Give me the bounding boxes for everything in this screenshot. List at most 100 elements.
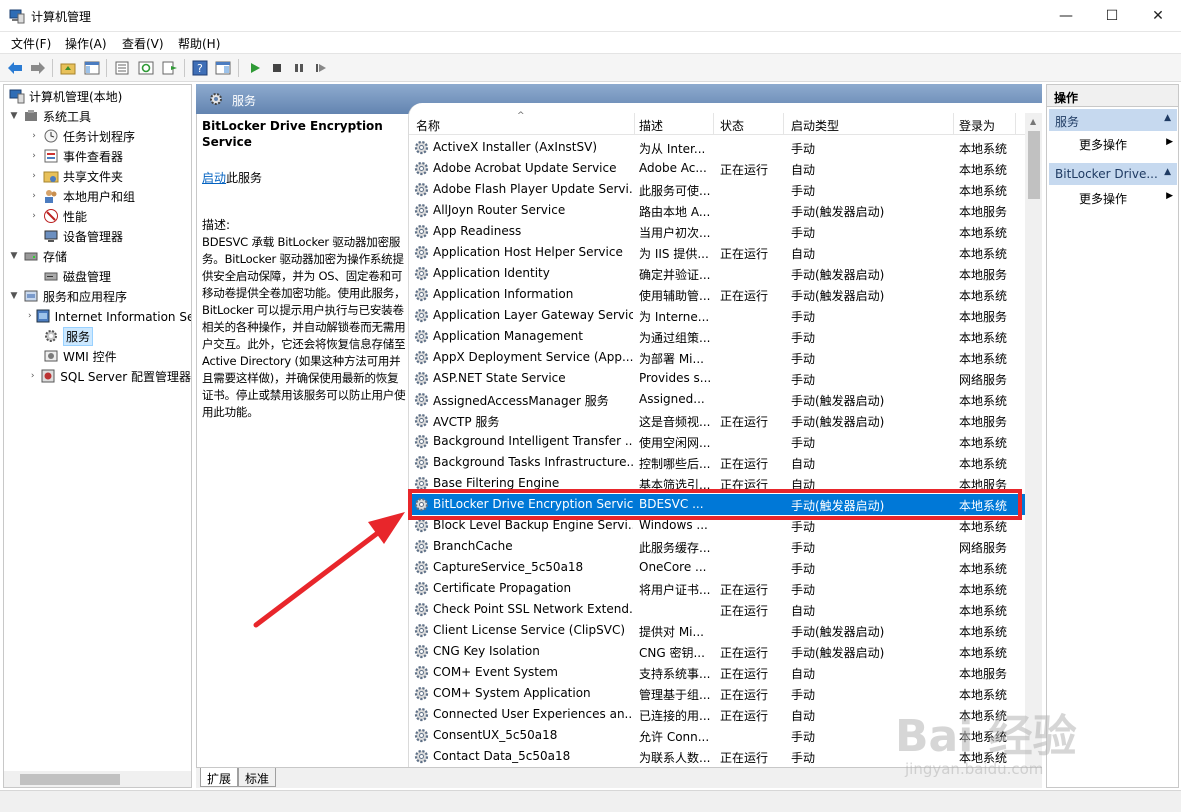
menu-file[interactable]: 文件(F) [11, 35, 51, 52]
tree-item-local-users[interactable]: › 本地用户和组 [4, 186, 191, 206]
tree-horizontal-scrollbar[interactable] [3, 771, 192, 788]
table-row[interactable]: Application Information 使用辅助管... 正在运行 手动(触发… [409, 284, 1025, 305]
service-startup-type: 手动(触发器启动) [791, 415, 885, 429]
column-divider[interactable] [634, 113, 635, 135]
tree-item-services-apps[interactable]: ▼ 服务和应用程序 [4, 286, 191, 306]
action-group-services[interactable]: 服务 ▲ [1049, 109, 1177, 131]
menu-view[interactable]: 查看(V) [122, 35, 164, 52]
scroll-thumb[interactable] [1028, 131, 1040, 199]
scroll-up-icon[interactable]: ▲ [1030, 117, 1036, 126]
table-row[interactable]: CaptureService_5c50a18 OneCore ... 手动 本地系统 [409, 557, 1025, 578]
start-service-button[interactable] [245, 58, 265, 78]
tree-item-performance[interactable]: › 性能 [4, 206, 191, 226]
scroll-thumb[interactable] [20, 774, 120, 785]
column-divider[interactable] [783, 113, 784, 135]
chevron-down-icon[interactable]: ▼ [8, 111, 20, 121]
chevron-down-icon[interactable]: ▼ [8, 291, 20, 301]
menu-action[interactable]: 操作(A) [65, 35, 107, 52]
table-row[interactable]: Client License Service (ClipSVC) 提供对 Mi..… [409, 620, 1025, 641]
table-row[interactable]: Application Layer Gateway Service 为 Inter… [409, 305, 1025, 326]
tree-item-task-scheduler[interactable]: › 任务计划程序 [4, 126, 191, 146]
table-row[interactable]: Application Identity 确定并验证... 手动(触发器启动) 本地服… [409, 263, 1025, 284]
table-row[interactable]: Certificate Propagation 将用户证书... 正在运行 手动 本地系… [409, 578, 1025, 599]
stop-service-button[interactable] [267, 58, 287, 78]
table-row[interactable]: AppX Deployment Service (App... 为部署 Mi...… [409, 347, 1025, 368]
collapse-icon[interactable]: ▲ [1164, 113, 1171, 123]
highlight-box [408, 489, 1022, 520]
service-logon-as: 本地服务 [959, 268, 1008, 282]
chevron-down-icon[interactable]: ▼ [8, 251, 20, 261]
up-folder-button[interactable] [58, 58, 78, 78]
chevron-right-icon[interactable]: › [28, 211, 40, 221]
help-button[interactable]: ? [190, 58, 210, 78]
forward-button[interactable] [28, 58, 48, 78]
tab-extended[interactable]: 扩展 [200, 768, 239, 787]
start-service-link[interactable]: 启动 [202, 171, 226, 185]
collapse-icon[interactable]: ▲ [1164, 167, 1171, 177]
table-row[interactable]: Application Host Helper Service 为 IIS 提供.… [409, 242, 1025, 263]
chevron-right-icon[interactable]: › [28, 371, 37, 381]
tree-item-storage[interactable]: ▼ 存储 [4, 246, 191, 266]
tab-standard[interactable]: 标准 [238, 768, 277, 787]
table-row[interactable]: Background Intelligent Transfer ... 使用空闲网… [409, 431, 1025, 452]
table-row[interactable]: Check Point SSL Network Extend... 正在运行 自动 本… [409, 599, 1025, 620]
table-row[interactable]: App Readiness 当用户初次... 手动 本地系统 [409, 221, 1025, 242]
restart-service-button[interactable] [311, 58, 331, 78]
table-row[interactable]: COM+ Event System 支持系统事... 正在运行 自动 本地服务 [409, 662, 1025, 683]
table-row[interactable]: Background Tasks Infrastructure... 控制哪些后.… [409, 452, 1025, 473]
column-startup-type[interactable]: 启动类型 [791, 117, 839, 134]
tree-item-shared-folders[interactable]: › 共享文件夹 [4, 166, 191, 186]
column-divider[interactable] [713, 113, 714, 135]
tree-item-sql-server[interactable]: › SQL Server 配置管理器 [4, 366, 191, 386]
table-row[interactable]: ActiveX Installer (AxInstSV) 为从 Inter... 手… [409, 137, 1025, 158]
refresh-button[interactable] [136, 58, 156, 78]
chevron-right-icon[interactable]: › [28, 151, 40, 161]
show-action-pane-button[interactable] [213, 58, 233, 78]
more-actions-label: 更多操作 [1079, 138, 1128, 152]
column-logon[interactable]: 登录为 [959, 117, 995, 134]
action-group-bitlocker[interactable]: BitLocker Drive... ▲ [1049, 163, 1177, 185]
tree-item-device-manager[interactable]: 设备管理器 [4, 226, 191, 246]
export-button[interactable] [160, 58, 180, 78]
properties-button[interactable] [112, 58, 132, 78]
column-divider[interactable] [953, 113, 954, 135]
tree-item-system-tools[interactable]: ▼ 系统工具 [4, 106, 191, 126]
tree-item-event-viewer[interactable]: › 事件查看器 [4, 146, 191, 166]
selected-service-title: BitLocker Drive Encryption Service [202, 119, 383, 149]
more-actions-bitlocker[interactable]: 更多操作 ▶ [1079, 188, 1177, 208]
chevron-right-icon[interactable]: › [28, 191, 40, 201]
menu-help[interactable]: 帮助(H) [178, 35, 220, 52]
table-row[interactable]: AllJoyn Router Service 路由本地 A... 手动(触发器启动)… [409, 200, 1025, 221]
tree-item-iis[interactable]: › Internet Information Services (IIS)管理器 [4, 306, 191, 326]
tree-item-services[interactable]: 服务 [4, 326, 191, 346]
column-name[interactable]: 名称 [416, 117, 440, 134]
service-logon-as: 本地系统 [959, 226, 1008, 240]
tree-item-disk-management[interactable]: 磁盘管理 [4, 266, 191, 286]
more-actions-services[interactable]: 更多操作 ▶ [1079, 134, 1177, 154]
column-status[interactable]: 状态 [720, 117, 744, 134]
table-row[interactable]: Adobe Flash Player Update Servi... 此服务可使.… [409, 179, 1025, 200]
table-row[interactable]: BranchCache 此服务缓存... 手动 网络服务 [409, 536, 1025, 557]
table-row[interactable]: Adobe Acrobat Update Service Adobe Ac... 正… [409, 158, 1025, 179]
table-row[interactable]: ASP.NET State Service Provides s... 手动 网络服务 [409, 368, 1025, 389]
chevron-right-icon[interactable]: › [28, 311, 32, 321]
maximize-button[interactable]: ☐ [1089, 0, 1135, 32]
services-apps-icon [24, 290, 38, 302]
tree-item-label: 本地用户和组 [63, 189, 136, 204]
column-divider[interactable] [1015, 113, 1016, 135]
list-vertical-scrollbar[interactable]: ▲ [1025, 113, 1042, 767]
back-button[interactable] [5, 58, 25, 78]
tree-item-wmi[interactable]: WMI 控件 [4, 346, 191, 366]
table-row[interactable]: AVCTP 服务 这是音频视... 正在运行 手动(触发器启动) 本地服务 [409, 410, 1025, 431]
tree-item-computer-management[interactable]: 计算机管理(本地) [4, 86, 191, 106]
table-row[interactable]: AssignedAccessManager 服务 Assigned... 手动(触发… [409, 389, 1025, 410]
chevron-right-icon[interactable]: › [28, 131, 40, 141]
close-button[interactable]: ✕ [1135, 0, 1181, 32]
pause-service-button[interactable] [289, 58, 309, 78]
table-row[interactable]: Application Management 为通过组策... 手动 本地系统 [409, 326, 1025, 347]
table-row[interactable]: CNG Key Isolation CNG 密钥... 正在运行 手动(触发器启动) 本… [409, 641, 1025, 662]
column-description[interactable]: 描述 [639, 117, 663, 134]
show-tree-button[interactable] [82, 58, 102, 78]
chevron-right-icon[interactable]: › [28, 171, 40, 181]
minimize-button[interactable]: — [1043, 0, 1089, 32]
